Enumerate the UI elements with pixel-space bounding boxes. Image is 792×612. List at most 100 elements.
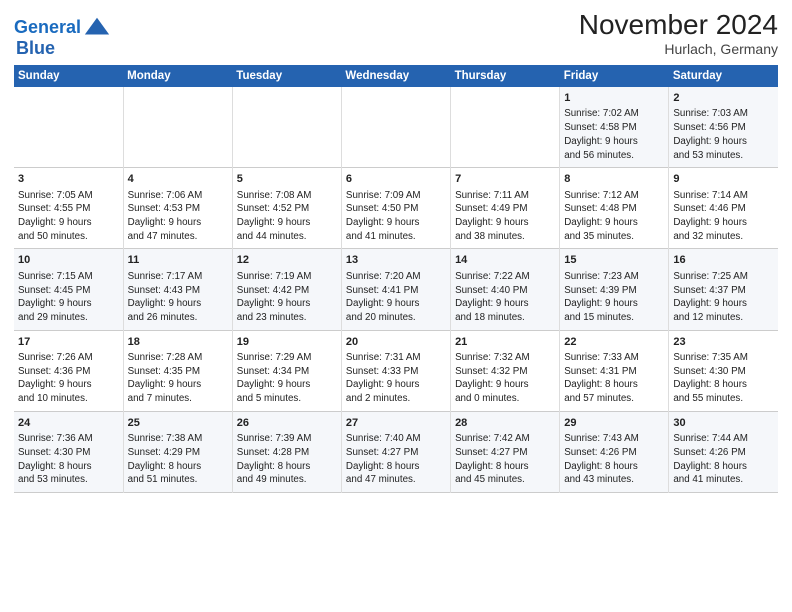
day-info: Daylight: 9 hours <box>18 216 119 230</box>
day-info: Sunset: 4:36 PM <box>18 365 119 379</box>
day-info: Sunrise: 7:39 AM <box>237 432 337 446</box>
calendar-cell: 23Sunrise: 7:35 AMSunset: 4:30 PMDayligh… <box>669 330 778 411</box>
header-tuesday: Tuesday <box>232 65 341 87</box>
day-number: 20 <box>346 335 446 350</box>
day-info: Sunrise: 7:29 AM <box>237 351 337 365</box>
calendar-cell: 11Sunrise: 7:17 AMSunset: 4:43 PMDayligh… <box>123 249 232 330</box>
day-info: Sunset: 4:27 PM <box>346 446 446 460</box>
day-info: Daylight: 9 hours <box>455 216 555 230</box>
day-info: and 10 minutes. <box>18 392 119 406</box>
calendar-cell: 10Sunrise: 7:15 AMSunset: 4:45 PMDayligh… <box>14 249 123 330</box>
day-info: Sunset: 4:43 PM <box>128 284 228 298</box>
day-info: Sunrise: 7:20 AM <box>346 270 446 284</box>
day-info: Daylight: 9 hours <box>673 297 774 311</box>
calendar-cell: 5Sunrise: 7:08 AMSunset: 4:52 PMDaylight… <box>232 168 341 249</box>
day-info: and 35 minutes. <box>564 230 664 244</box>
day-info: Sunset: 4:30 PM <box>18 446 119 460</box>
day-info: Sunrise: 7:31 AM <box>346 351 446 365</box>
calendar-cell: 26Sunrise: 7:39 AMSunset: 4:28 PMDayligh… <box>232 411 341 492</box>
day-info: and 7 minutes. <box>128 392 228 406</box>
day-info: Sunrise: 7:15 AM <box>18 270 119 284</box>
day-number: 16 <box>673 253 774 268</box>
calendar-week-row: 1Sunrise: 7:02 AMSunset: 4:58 PMDaylight… <box>14 87 778 168</box>
day-info: Sunrise: 7:02 AM <box>564 107 664 121</box>
day-info: Daylight: 8 hours <box>564 378 664 392</box>
day-info: Sunrise: 7:22 AM <box>455 270 555 284</box>
day-info: Sunset: 4:58 PM <box>564 121 664 135</box>
calendar-week-row: 10Sunrise: 7:15 AMSunset: 4:45 PMDayligh… <box>14 249 778 330</box>
calendar-week-row: 17Sunrise: 7:26 AMSunset: 4:36 PMDayligh… <box>14 330 778 411</box>
day-info: Sunset: 4:55 PM <box>18 202 119 216</box>
day-info: and 41 minutes. <box>673 473 774 487</box>
calendar-cell: 21Sunrise: 7:32 AMSunset: 4:32 PMDayligh… <box>451 330 560 411</box>
day-info: Sunset: 4:35 PM <box>128 365 228 379</box>
day-info: Sunrise: 7:43 AM <box>564 432 664 446</box>
day-info: Sunrise: 7:40 AM <box>346 432 446 446</box>
day-number: 9 <box>673 172 774 187</box>
day-number: 7 <box>455 172 555 187</box>
day-info: Sunrise: 7:17 AM <box>128 270 228 284</box>
day-info: Daylight: 9 hours <box>237 216 337 230</box>
day-info: and 45 minutes. <box>455 473 555 487</box>
day-number: 11 <box>128 253 228 268</box>
calendar-table: Sunday Monday Tuesday Wednesday Thursday… <box>14 65 778 493</box>
day-number: 18 <box>128 335 228 350</box>
day-info: Daylight: 8 hours <box>455 460 555 474</box>
day-info: Sunrise: 7:05 AM <box>18 189 119 203</box>
day-number: 28 <box>455 416 555 431</box>
day-number: 4 <box>128 172 228 187</box>
calendar-cell: 2Sunrise: 7:03 AMSunset: 4:56 PMDaylight… <box>669 87 778 168</box>
day-info: and 43 minutes. <box>564 473 664 487</box>
day-info: Daylight: 9 hours <box>564 297 664 311</box>
logo-text: General <box>14 18 81 38</box>
day-info: and 53 minutes. <box>18 473 119 487</box>
day-info: Sunset: 4:46 PM <box>673 202 774 216</box>
day-info: and 55 minutes. <box>673 392 774 406</box>
day-info: and 53 minutes. <box>673 149 774 163</box>
day-info: Sunrise: 7:14 AM <box>673 189 774 203</box>
calendar-cell: 8Sunrise: 7:12 AMSunset: 4:48 PMDaylight… <box>560 168 669 249</box>
calendar-cell <box>451 87 560 168</box>
day-number: 27 <box>346 416 446 431</box>
calendar-cell: 6Sunrise: 7:09 AMSunset: 4:50 PMDaylight… <box>341 168 450 249</box>
day-info: and 26 minutes. <box>128 311 228 325</box>
day-number: 24 <box>18 416 119 431</box>
calendar-container: General Blue November 2024 Hurlach, Germ… <box>0 0 792 503</box>
day-info: Sunrise: 7:32 AM <box>455 351 555 365</box>
day-info: and 0 minutes. <box>455 392 555 406</box>
calendar-cell: 24Sunrise: 7:36 AMSunset: 4:30 PMDayligh… <box>14 411 123 492</box>
day-info: Daylight: 8 hours <box>237 460 337 474</box>
weekday-header-row: Sunday Monday Tuesday Wednesday Thursday… <box>14 65 778 87</box>
calendar-cell: 20Sunrise: 7:31 AMSunset: 4:33 PMDayligh… <box>341 330 450 411</box>
day-info: Daylight: 8 hours <box>18 460 119 474</box>
day-info: Sunset: 4:56 PM <box>673 121 774 135</box>
day-info: Daylight: 9 hours <box>128 216 228 230</box>
day-info: and 56 minutes. <box>564 149 664 163</box>
day-number: 23 <box>673 335 774 350</box>
day-info: Sunrise: 7:28 AM <box>128 351 228 365</box>
day-info: Sunrise: 7:25 AM <box>673 270 774 284</box>
calendar-cell: 13Sunrise: 7:20 AMSunset: 4:41 PMDayligh… <box>341 249 450 330</box>
day-info: Sunrise: 7:36 AM <box>18 432 119 446</box>
day-info: and 23 minutes. <box>237 311 337 325</box>
day-info: Daylight: 9 hours <box>673 135 774 149</box>
day-info: and 12 minutes. <box>673 311 774 325</box>
day-info: Sunrise: 7:08 AM <box>237 189 337 203</box>
calendar-cell: 25Sunrise: 7:38 AMSunset: 4:29 PMDayligh… <box>123 411 232 492</box>
day-info: and 29 minutes. <box>18 311 119 325</box>
day-number: 26 <box>237 416 337 431</box>
calendar-week-row: 3Sunrise: 7:05 AMSunset: 4:55 PMDaylight… <box>14 168 778 249</box>
header-saturday: Saturday <box>669 65 778 87</box>
day-info: and 51 minutes. <box>128 473 228 487</box>
day-info: Sunset: 4:41 PM <box>346 284 446 298</box>
calendar-cell: 22Sunrise: 7:33 AMSunset: 4:31 PMDayligh… <box>560 330 669 411</box>
day-info: Sunrise: 7:12 AM <box>564 189 664 203</box>
day-info: Daylight: 9 hours <box>237 378 337 392</box>
day-info: Daylight: 9 hours <box>564 135 664 149</box>
day-info: and 44 minutes. <box>237 230 337 244</box>
day-info: Daylight: 9 hours <box>455 378 555 392</box>
calendar-cell: 29Sunrise: 7:43 AMSunset: 4:26 PMDayligh… <box>560 411 669 492</box>
day-info: Sunrise: 7:26 AM <box>18 351 119 365</box>
day-info: Sunset: 4:26 PM <box>673 446 774 460</box>
calendar-cell: 18Sunrise: 7:28 AMSunset: 4:35 PMDayligh… <box>123 330 232 411</box>
